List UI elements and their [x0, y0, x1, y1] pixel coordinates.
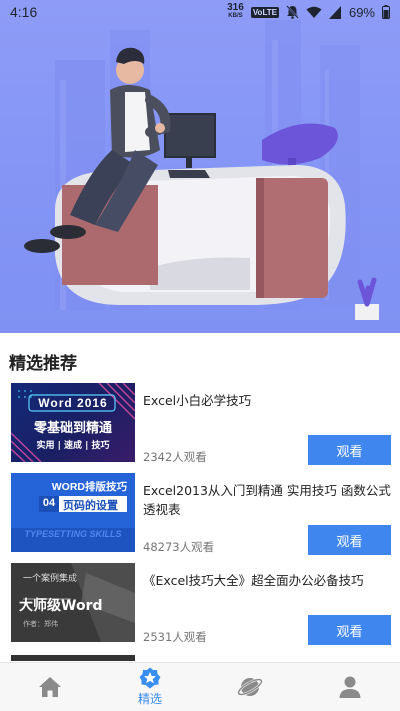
network-speed-value: 316 [227, 2, 244, 13]
course-title[interactable]: Excel小白必学技巧 [143, 391, 391, 410]
nav-profile[interactable] [300, 663, 400, 711]
user-icon [339, 676, 361, 698]
status-indicators: 316 KB/S VoLTE 69% [227, 2, 390, 20]
course-views: 2531人观看 [143, 630, 207, 644]
nav-featured[interactable]: 精选 [100, 663, 200, 711]
network-speed: 316 KB/S [227, 2, 244, 20]
nav-featured-label: 精选 [137, 692, 162, 706]
battery-icon [382, 5, 390, 19]
thumbnail-heading: Word 2016 [38, 396, 108, 410]
status-bar: 4:16 316 KB/S VoLTE 69% [0, 0, 400, 24]
battery-percent: 69% [348, 4, 375, 20]
course-views: 2342人观看 [143, 450, 207, 464]
network-speed-unit: KB/S [228, 13, 243, 19]
course-thumbnail[interactable]: Word 2016 零基础到精通 实用 | 速成 | 技巧 [11, 383, 135, 462]
course-item[interactable]: Word 2016 零基础到精通 实用 | 速成 | 技巧 Excel小白必学技… [11, 383, 391, 465]
thumbnail-heading: 一个案例集成 [23, 574, 78, 584]
thumbnail-number: 04 [42, 497, 56, 509]
star-badge-icon [139, 667, 161, 689]
course-thumbnail[interactable]: 一个案例集成 大师级Word 作者：郑伟 [11, 563, 135, 642]
next-course-thumbnail[interactable] [11, 655, 135, 661]
course-thumbnail[interactable]: WORD排版技巧 04 页码的设置 TYPESETTING SKILLS [11, 473, 135, 552]
app-screen: 4:16 316 KB/S VoLTE 69% 精选推荐 Word 2016 零… [0, 0, 400, 711]
watch-button[interactable]: 观看 [308, 435, 391, 465]
watch-button[interactable]: 观看 [308, 615, 391, 645]
thumbnail-heading: WORD排版技巧 [51, 481, 127, 493]
volte-badge: VoLTE [250, 6, 279, 18]
wifi-icon [306, 6, 322, 18]
hero-illustration [24, 20, 379, 320]
watch-button[interactable]: 观看 [308, 525, 391, 555]
thumbnail-tagline: TYPESETTING SKILLS [24, 529, 122, 539]
thumbnail-subheading: 零基础到精通 [33, 421, 112, 436]
thumbnail-tagline: 作者：郑伟 [23, 620, 58, 628]
section-title: 精选推荐 [9, 354, 77, 374]
cell-signal-icon [328, 5, 341, 19]
course-item[interactable]: WORD排版技巧 04 页码的设置 TYPESETTING SKILLS Exc… [11, 473, 391, 555]
course-item[interactable]: 一个案例集成 大师级Word 作者：郑伟 《Excel技巧大全》超全面办公必备技… [11, 563, 391, 645]
home-icon [39, 677, 61, 697]
course-title[interactable]: Excel2013从入门到精通 实用技巧 函数公式透视表 [143, 481, 391, 519]
status-time: 4:16 [10, 4, 38, 20]
course-title[interactable]: 《Excel技巧大全》超全面办公必备技巧 [143, 571, 391, 590]
hero-banner[interactable] [0, 0, 400, 333]
nav-discover[interactable] [200, 663, 300, 711]
course-views: 48273人观看 [143, 540, 215, 554]
thumbnail-tagline: 实用 | 速成 | 技巧 [36, 441, 110, 451]
thumbnail-subheading: 页码的设置 [63, 499, 118, 512]
planet-icon [237, 678, 263, 696]
mute-bell-icon [286, 5, 299, 19]
bottom-nav: 精选 [0, 662, 400, 711]
nav-home[interactable] [0, 663, 100, 711]
thumbnail-subheading: 大师级Word [19, 598, 103, 614]
